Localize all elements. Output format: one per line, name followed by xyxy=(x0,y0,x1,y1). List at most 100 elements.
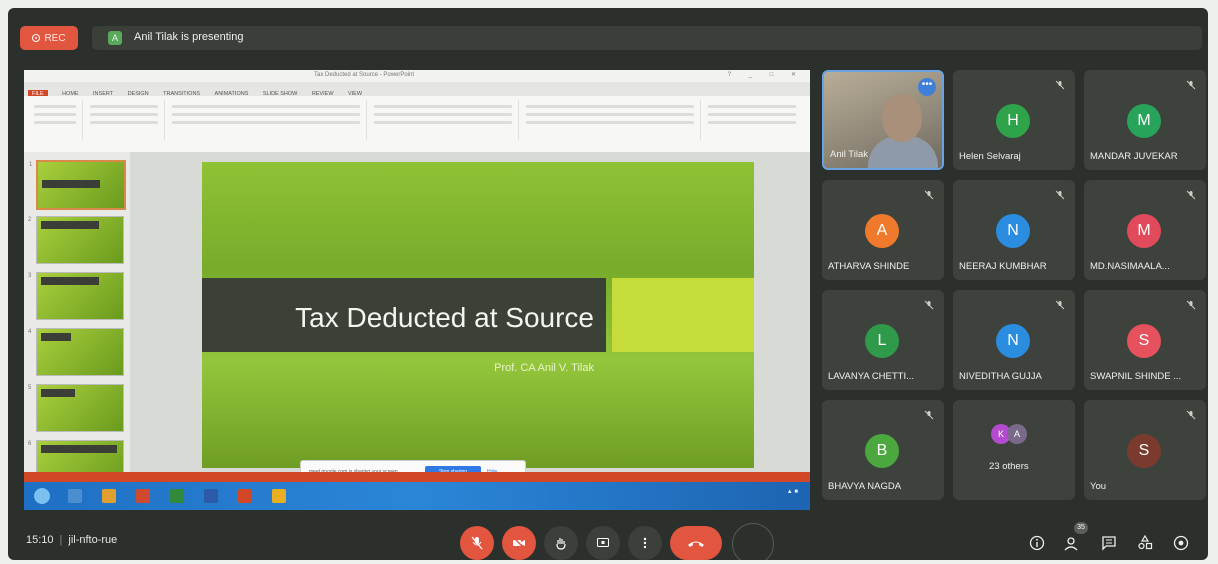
avatar: S xyxy=(1127,434,1161,468)
slide-thumbnail: 1 xyxy=(29,160,126,210)
slide-number: 5 xyxy=(28,385,32,391)
top-bar: REC A Anil Tilak is presenting xyxy=(8,8,1208,60)
camera-toggle-button[interactable] xyxy=(502,526,536,560)
separator: | xyxy=(59,534,63,546)
participant-name: MANDAR JUVEKAR xyxy=(1090,151,1178,162)
blank-circle xyxy=(732,523,774,560)
people-button[interactable]: 35 xyxy=(1062,522,1088,554)
media-icon xyxy=(136,489,150,503)
bottom-controls: 15:10 | jil-nfto-rue 35 xyxy=(8,514,1208,560)
slide-number: 1 xyxy=(29,162,33,168)
participant-count-badge: 35 xyxy=(1074,522,1088,534)
mic-off-icon xyxy=(1055,190,1065,200)
mic-off-icon xyxy=(1186,410,1196,420)
mic-off-icon xyxy=(1186,80,1196,90)
windows-start-icon xyxy=(34,488,50,504)
present-button[interactable] xyxy=(586,526,620,560)
slide-thumbnail: 2 xyxy=(28,216,124,264)
activities-button[interactable] xyxy=(1134,532,1156,554)
participant-face xyxy=(882,94,922,142)
mic-off-icon xyxy=(1055,80,1065,90)
explorer-icon xyxy=(68,489,82,503)
more-options-button[interactable] xyxy=(628,526,662,560)
participant-name: You xyxy=(1090,481,1107,492)
mic-off-icon xyxy=(1186,300,1196,310)
participant-tile[interactable]: N NIVEDITHA GUJJA xyxy=(953,290,1075,390)
leave-call-button[interactable] xyxy=(670,526,722,560)
current-slide: Tax Deducted at Source Prof. CA Anil V. … xyxy=(202,162,754,468)
ppt-window-title: Tax Deducted at Source - PowerPoint xyxy=(314,72,415,78)
participant-tile[interactable]: N NEERAJ KUMBHAR xyxy=(953,180,1075,280)
ppt-status-bar xyxy=(24,472,810,482)
meeting-details-button[interactable] xyxy=(1026,532,1048,554)
presenting-text: Anil Tilak is presenting xyxy=(134,31,244,43)
avatar: N xyxy=(996,324,1030,358)
participant-tile-you[interactable]: S You xyxy=(1084,400,1206,500)
camera-off-icon xyxy=(512,536,526,550)
participant-name: NIVEDITHA GUJJA xyxy=(959,371,1042,382)
raise-hand-button[interactable] xyxy=(544,526,578,560)
ribbon-group xyxy=(702,100,802,140)
avatar: M xyxy=(1127,214,1161,248)
word-icon xyxy=(204,489,218,503)
excel-icon xyxy=(170,489,184,503)
ribbon-group xyxy=(368,100,519,140)
avatar: S xyxy=(1127,324,1161,358)
more-vert-icon xyxy=(643,537,647,549)
mic-toggle-button[interactable] xyxy=(460,526,494,560)
chat-button[interactable] xyxy=(1098,532,1120,554)
participant-name: LAVANYA CHETTI... xyxy=(828,371,915,382)
meeting-code: jil-nfto-rue xyxy=(68,534,118,546)
window-controls-icon: ? _ □ ✕ xyxy=(727,72,804,78)
ppt-ribbon xyxy=(24,96,810,153)
participant-tile[interactable]: B BHAVYA NAGDA xyxy=(822,400,944,500)
participant-name: NEERAJ KUMBHAR xyxy=(959,261,1047,272)
chat-icon xyxy=(1102,536,1116,551)
record-icon xyxy=(32,34,41,42)
presenting-banner: A Anil Tilak is presenting xyxy=(92,26,1202,50)
folder-icon xyxy=(102,489,116,503)
avatar: H xyxy=(996,104,1030,138)
participant-tile[interactable]: H Helen Selvaraj xyxy=(953,70,1075,170)
slide-number: 4 xyxy=(28,329,32,335)
participant-tile[interactable]: M MD.NASIMAALA... xyxy=(1084,180,1206,280)
avatar: A xyxy=(1007,424,1027,444)
participant-tile[interactable]: S SWAPNIL SHINDE ... xyxy=(1084,290,1206,390)
lock-person-icon xyxy=(1173,535,1189,551)
ppt-ribbon-tabs: FILE HOME INSERT DESIGN TRANSITIONS ANIM… xyxy=(24,82,810,98)
current-time: 15:10 xyxy=(26,534,54,546)
avatar: A xyxy=(865,214,899,248)
participant-name: SWAPNIL SHINDE ... xyxy=(1090,371,1182,382)
slide-thumbnails: 1 2 3 4 5 6 xyxy=(24,152,130,488)
slide-thumbnail: 3 xyxy=(28,272,124,320)
slide-canvas: Tax Deducted at Source Prof. CA Anil V. … xyxy=(130,152,810,472)
people-icon xyxy=(1064,537,1078,551)
mic-off-icon xyxy=(924,190,934,200)
participant-tile[interactable]: M MANDAR JUVEKAR xyxy=(1084,70,1206,170)
participant-tile[interactable]: A ATHARVA SHINDE xyxy=(822,180,944,280)
present-screen-icon: A xyxy=(108,31,122,45)
mic-off-icon xyxy=(924,410,934,420)
ribbon-group xyxy=(520,100,701,140)
ribbon-group xyxy=(84,100,165,140)
others-tile[interactable]: K A 23 others xyxy=(953,400,1075,500)
slide-number: 3 xyxy=(28,273,32,279)
slide-title: Tax Deducted at Source xyxy=(295,302,594,333)
chrome-icon xyxy=(272,489,286,503)
present-screen-icon xyxy=(597,538,609,547)
slide-thumbnail: 4 xyxy=(28,328,124,376)
more-options-icon[interactable]: ••• xyxy=(918,78,936,96)
participant-tile[interactable]: L LAVANYA CHETTI... xyxy=(822,290,944,390)
powerpoint-icon xyxy=(238,489,252,503)
taskbar-clock: ▲ ■ xyxy=(786,489,798,495)
participant-tile[interactable]: ••• Anil Tilak xyxy=(822,70,944,170)
host-controls-button[interactable] xyxy=(1170,532,1192,554)
avatar: N xyxy=(996,214,1030,248)
mic-off-icon xyxy=(1055,300,1065,310)
mic-off-icon xyxy=(924,300,934,310)
ribbon-group xyxy=(166,100,367,140)
shared-screen[interactable]: Tax Deducted at Source - PowerPoint ? _ … xyxy=(24,70,810,510)
slide-thumbnail: 5 xyxy=(28,384,124,432)
avatar: L xyxy=(865,324,899,358)
slide-number: 2 xyxy=(28,217,32,223)
